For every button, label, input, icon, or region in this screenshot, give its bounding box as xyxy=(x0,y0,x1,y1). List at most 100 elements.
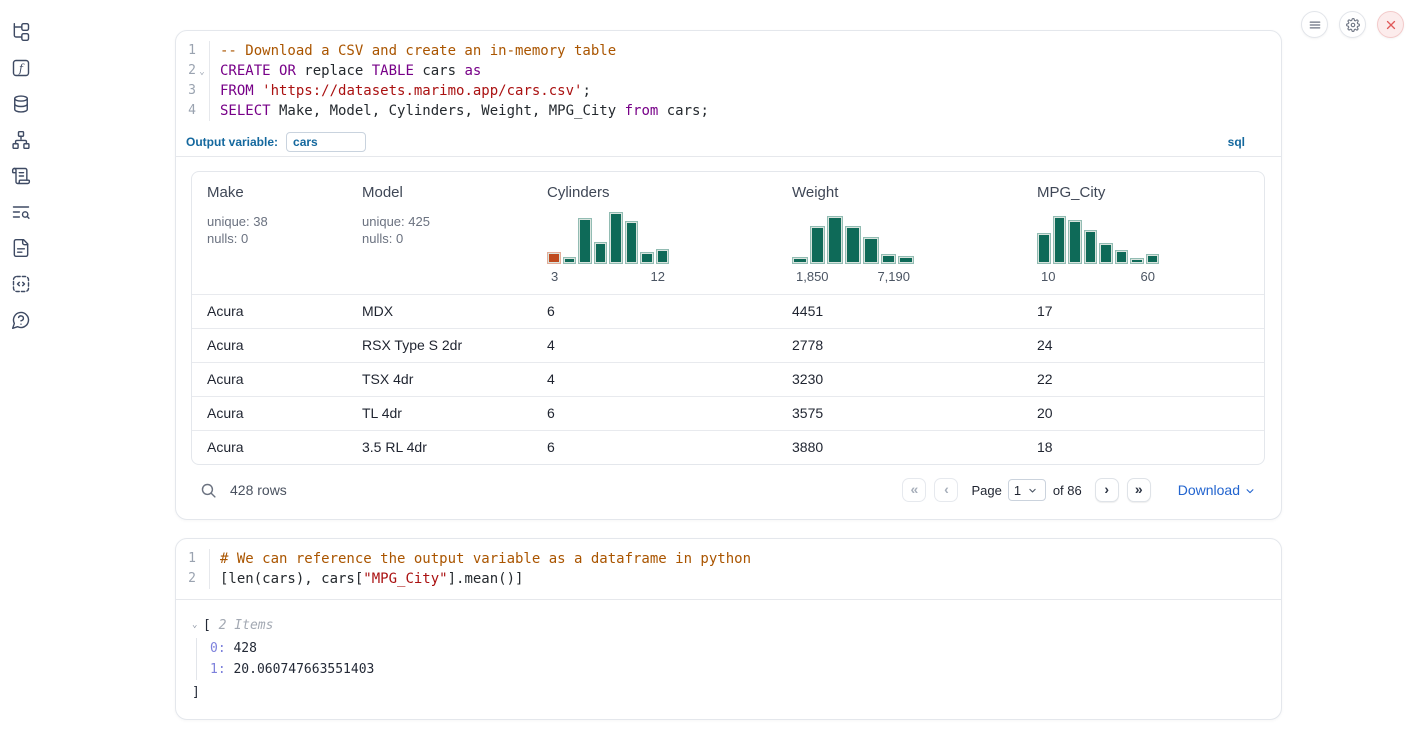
column-label[interactable]: Weight xyxy=(792,184,1022,201)
code-token: from xyxy=(625,103,659,119)
code-text: SELECT Make, Model, Cylinders, Weight, M… xyxy=(209,101,709,121)
histogram-bar xyxy=(1037,233,1051,264)
table-cell: TL 4dr xyxy=(347,397,532,430)
table-cell: 4 xyxy=(532,329,777,362)
histogram-bar xyxy=(1146,254,1160,264)
column-label[interactable]: Cylinders xyxy=(547,184,777,201)
output-variable-input[interactable] xyxy=(286,132,366,152)
histogram-bar xyxy=(609,212,623,264)
table-row[interactable]: AcuraMDX6445117 xyxy=(192,294,1264,328)
line-number: 2 xyxy=(176,61,196,81)
last-page-button[interactable]: » xyxy=(1127,478,1151,502)
histogram-bar xyxy=(1084,230,1098,264)
code-token: FROM xyxy=(220,83,254,99)
code-token: ].mean()] xyxy=(448,571,524,587)
tree-entry[interactable]: 0: 428 xyxy=(210,638,1281,659)
page-select[interactable]: 1 xyxy=(1008,479,1046,501)
next-page-button[interactable]: › xyxy=(1095,478,1119,502)
svg-text:f: f xyxy=(18,62,25,75)
database-icon[interactable] xyxy=(11,94,31,114)
table-row[interactable]: AcuraTL 4dr6357520 xyxy=(192,396,1264,430)
table-cell: 3230 xyxy=(777,363,1022,396)
column-label[interactable]: Model xyxy=(362,184,532,201)
line-number: 2 xyxy=(176,569,196,589)
column-label[interactable]: MPG_City xyxy=(1037,184,1264,201)
histogram-bar xyxy=(656,249,670,264)
histogram-bar xyxy=(640,252,654,264)
column-stats: unique: 425nulls: 0 xyxy=(362,213,532,247)
help-icon[interactable] xyxy=(11,310,31,330)
chevron-down-icon[interactable]: ⌄ xyxy=(192,615,203,636)
code-token: TABLE xyxy=(372,63,414,79)
code-token: -- Download a CSV and create an in-memor… xyxy=(220,43,616,59)
document-icon[interactable] xyxy=(11,238,31,258)
code-token: Make, Model, Cylinders, Weight, MPG_City xyxy=(271,103,625,119)
code-token: cars xyxy=(414,63,465,79)
table-row[interactable]: AcuraTSX 4dr4323022 xyxy=(192,362,1264,396)
code-token: cars; xyxy=(658,103,709,119)
line-number: 1 xyxy=(176,549,196,569)
first-page-button[interactable]: « xyxy=(902,478,926,502)
histogram-bar xyxy=(594,242,608,264)
column-stat: unique: 425 xyxy=(362,213,532,230)
settings-icon[interactable] xyxy=(1339,11,1366,38)
python-code-editor[interactable]: 1# We can reference the output variable … xyxy=(176,539,1281,600)
menu-icon[interactable] xyxy=(1301,11,1328,38)
code-text: -- Download a CSV and create an in-memor… xyxy=(209,41,616,61)
axis-min-label: 10 xyxy=(1041,269,1055,284)
table-cell: 18 xyxy=(1022,431,1264,464)
tree-entry[interactable]: 1: 20.060747663551403 xyxy=(210,659,1281,680)
table-cell: Acura xyxy=(192,329,347,362)
scroll-icon[interactable] xyxy=(11,166,31,186)
chevron-down-icon xyxy=(1245,486,1255,496)
axis-max-label: 60 xyxy=(1141,269,1155,284)
chevron-down-icon xyxy=(1028,486,1037,495)
snippets-icon[interactable] xyxy=(11,274,31,294)
code-line: 3FROM 'https://datasets.marimo.app/cars.… xyxy=(176,81,1281,101)
table-row[interactable]: AcuraRSX Type S 2dr4277824 xyxy=(192,328,1264,362)
column-stat: unique: 38 xyxy=(207,213,347,230)
search-icon[interactable] xyxy=(200,482,217,499)
sql-code-editor[interactable]: 1-- Download a CSV and create an in-memo… xyxy=(176,31,1281,131)
pagination: « ‹ Page 1 of 86 › » Download xyxy=(902,478,1255,502)
code-line: 4SELECT Make, Model, Cylinders, Weight, … xyxy=(176,101,1281,121)
fold-toggle-icon[interactable]: ⌄ xyxy=(196,61,208,81)
histogram-bar xyxy=(563,257,577,264)
dependency-graph-icon[interactable] xyxy=(11,130,31,150)
shutdown-icon[interactable] xyxy=(1377,11,1404,38)
table-cell: 6 xyxy=(532,431,777,464)
column-header-model: Model unique: 425nulls: 0 xyxy=(347,172,532,294)
table-cell: Acura xyxy=(192,397,347,430)
column-label[interactable]: Make xyxy=(207,184,347,201)
histogram-bar xyxy=(1130,258,1144,264)
tree-root-row: ⌄[ 2 Items xyxy=(192,615,1281,636)
histogram-bars xyxy=(792,211,914,264)
fold-gutter xyxy=(196,101,208,121)
table-row[interactable]: Acura3.5 RL 4dr6388018 xyxy=(192,430,1264,464)
fold-gutter xyxy=(196,41,208,61)
cylinders-histogram: 312 xyxy=(547,211,669,284)
notebook-cells: 1 -- Download a CSV and create an in-memo… xyxy=(175,0,1282,720)
histogram-bars xyxy=(547,211,669,264)
table-cell: 3575 xyxy=(777,397,1022,430)
histogram-bar xyxy=(845,226,861,264)
file-tree-icon[interactable] xyxy=(11,22,31,42)
download-button[interactable]: Download xyxy=(1178,482,1255,498)
code-token: SELECT xyxy=(220,103,271,119)
code-text: [len(cars), cars["MPG_City"].mean()] xyxy=(209,569,523,589)
table-cell: 22 xyxy=(1022,363,1264,396)
output-variable-label: Output variable: xyxy=(186,135,278,149)
axis-min-label: 1,850 xyxy=(796,269,829,284)
table-cell: RSX Type S 2dr xyxy=(347,329,532,362)
prev-page-button[interactable]: ‹ xyxy=(934,478,958,502)
sql-output-area: Makeunique: 38nulls: 0Modelunique: 425nu… xyxy=(176,157,1281,519)
function-icon[interactable]: f xyxy=(11,58,31,78)
tree-items-count: 2 Items xyxy=(211,615,274,636)
row-count: 428 rows xyxy=(230,482,287,498)
axis-max-label: 7,190 xyxy=(877,269,910,284)
tree-entry-key: 1: xyxy=(210,659,226,680)
table-cell: Acura xyxy=(192,295,347,328)
text-search-icon[interactable] xyxy=(11,202,31,222)
table-cell: 6 xyxy=(532,397,777,430)
tree-entries: 0: 4281: 20.060747663551403 xyxy=(196,638,1281,680)
